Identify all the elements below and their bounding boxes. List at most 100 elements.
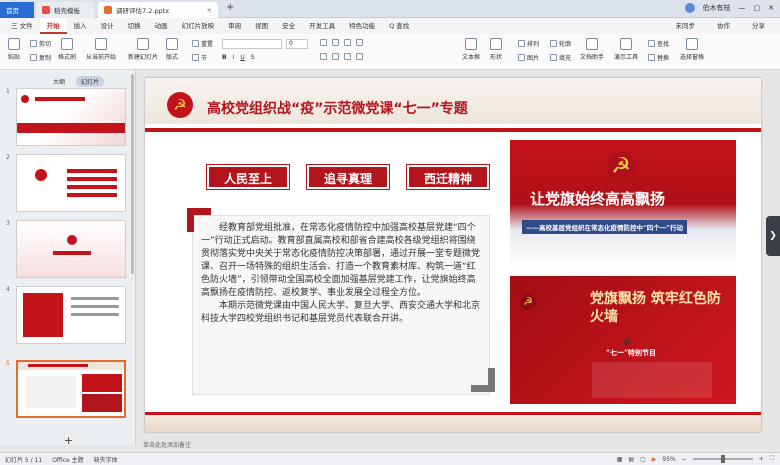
normal-view-icon[interactable]: ▦ [617, 456, 623, 463]
maximize-icon[interactable]: ▢ [754, 4, 761, 12]
slide-thumbnail-3[interactable] [16, 220, 126, 278]
slide-title[interactable]: 高校党组织战“疫”示范微党课“七一”专题 [207, 98, 468, 118]
textbox-button[interactable]: 文本框 [462, 38, 480, 61]
font-family-select[interactable] [222, 39, 282, 49]
share-button[interactable]: 分享 [745, 18, 772, 34]
find-button[interactable]: 查找 [648, 39, 669, 48]
thumbnail-scrollbar[interactable] [131, 74, 134, 274]
number-list-icon[interactable] [332, 39, 339, 46]
slide[interactable]: ☭ 高校党组织战“疫”示范微党课“七一”专题 人民至上 追寻真理 西迁精神 经教… [145, 78, 761, 432]
strike-button[interactable]: S [251, 54, 255, 61]
sorter-view-icon[interactable]: ▤ [628, 456, 634, 463]
tab-slides[interactable]: 幻灯片 [76, 76, 105, 87]
reading-view-icon[interactable]: ▢ [640, 456, 646, 463]
layout-button[interactable]: 版式 [166, 38, 178, 61]
menu-review[interactable]: 审阅 [221, 18, 248, 34]
menu-file[interactable]: 三 文件 [4, 18, 40, 34]
menu-features[interactable]: 特色功能 [342, 18, 382, 34]
menu-transition[interactable]: 切换 [121, 18, 148, 34]
select-pane-button[interactable]: 选择窗格 [680, 38, 704, 61]
bold-button[interactable]: B [222, 54, 227, 61]
tab-docer-label: 稻壳模板 [54, 7, 80, 15]
menu-design[interactable]: 设计 [94, 18, 121, 34]
from-start-button[interactable]: 从当前开始 [86, 38, 116, 61]
tab-document-label: 调研评估7.2.pptx [116, 7, 170, 15]
sync-status[interactable]: 未同步 [669, 18, 703, 34]
corner-decoration-top-left [187, 208, 211, 232]
keyword-box-1[interactable]: 人民至上 [206, 164, 290, 190]
reset-button[interactable]: 重置 [192, 39, 213, 48]
arrange-button[interactable]: 排列 [518, 39, 539, 48]
copy-button[interactable]: 复制 [30, 53, 51, 62]
docer-icon [42, 6, 50, 14]
keyword-box-2[interactable]: 追寻真理 [306, 164, 390, 190]
align-left-icon[interactable] [320, 53, 327, 60]
tab-document[interactable]: 调研评估7.2.pptx × [98, 2, 218, 18]
missing-font-button[interactable]: 缺失字体 [94, 455, 118, 464]
slide-thumbnail-4[interactable] [16, 286, 126, 344]
collab-button[interactable]: 协作 [710, 18, 737, 34]
fill-label: 填充 [559, 55, 572, 62]
menu-view[interactable]: 视图 [248, 18, 275, 34]
tab-outline[interactable]: 大纲 [48, 76, 70, 87]
close-tab-icon[interactable]: × [207, 6, 212, 14]
slide-thumbnail-1[interactable] [16, 88, 126, 146]
outdent-icon[interactable] [356, 39, 363, 46]
minimize-icon[interactable]: — [739, 4, 746, 12]
indent-icon[interactable] [344, 39, 351, 46]
present-tools-button[interactable]: 演示工具 [614, 38, 638, 61]
section-button[interactable]: 节 [192, 53, 207, 62]
zoom-slider[interactable] [692, 455, 753, 463]
notes-area[interactable]: 单击此处添加备注 [137, 440, 767, 450]
new-tab-button[interactable]: + [226, 2, 234, 13]
arrange-label: 排列 [527, 41, 540, 48]
doc-assistant-button[interactable]: 文档助手 [580, 38, 604, 61]
play-slideshow-icon[interactable]: ▶ [652, 456, 657, 463]
zoom-in-icon[interactable]: + [759, 456, 764, 463]
tab-docer[interactable]: 稻壳模板 [36, 2, 94, 18]
header-red-line [145, 128, 761, 132]
font-size-select[interactable]: 0 [286, 39, 308, 49]
close-icon[interactable]: ✕ [768, 4, 774, 12]
italic-button[interactable]: I [232, 54, 235, 61]
zoom-level[interactable]: 95% [662, 456, 675, 463]
avatar[interactable] [684, 3, 695, 13]
menu-animation[interactable]: 动画 [148, 18, 175, 34]
align-center-icon[interactable] [332, 53, 339, 60]
fill-button[interactable]: 填充 [550, 53, 571, 62]
picture-button[interactable]: 图片 [518, 53, 539, 62]
slide-thumbnail-5[interactable] [16, 360, 126, 418]
bullet-list-icon[interactable] [320, 39, 327, 46]
menu-slideshow[interactable]: 幻灯片放映 [175, 18, 222, 34]
keyword-box-3[interactable]: 西迁精神 [406, 164, 490, 190]
replace-button[interactable]: 替换 [648, 53, 669, 62]
tab-home[interactable]: 首页 [0, 2, 34, 18]
menu-security[interactable]: 安全 [275, 18, 302, 34]
banner-image-1[interactable]: ☭ 让党旗始终高高飘扬 ——高校基层党组织在常态化疫情防控中“四个一”行动 [510, 140, 736, 268]
menu-insert[interactable]: 插入 [67, 18, 94, 34]
underline-button[interactable]: U [240, 54, 244, 61]
section-icon [192, 54, 199, 61]
menu-home[interactable]: 开始 [39, 18, 67, 34]
add-slide-button[interactable]: + [64, 434, 73, 447]
shapes-button[interactable]: 形状 [490, 38, 502, 61]
cut-button[interactable]: 剪切 [30, 39, 51, 48]
fit-window-icon[interactable]: ⛶ [770, 455, 774, 463]
next-panel-chevron-icon[interactable]: ❯ [766, 216, 780, 256]
body-textbox[interactable]: 经教育部党组批准，在常态化疫情防控中加强高校基层党建“四个一”行动正式启动。教育… [192, 215, 490, 395]
menu-developer[interactable]: 开发工具 [302, 18, 342, 34]
new-slide-button[interactable]: 新建幻灯片 [128, 38, 158, 61]
user-name[interactable]: 伯木有枝 [703, 3, 731, 13]
format-label: 格式刷 [58, 54, 77, 61]
paste-button[interactable]: 粘贴 [8, 38, 20, 61]
slide-number: 3 [6, 220, 10, 227]
menu-search[interactable]: Q 查找 [382, 18, 416, 34]
align-right-icon[interactable] [344, 53, 351, 60]
outline-button[interactable]: 轮廓 [550, 39, 571, 48]
zoom-handle[interactable] [720, 455, 725, 463]
paste-label: 粘贴 [8, 54, 21, 61]
zoom-out-icon[interactable]: − [682, 456, 687, 463]
format-painter-button[interactable]: 格式刷 [58, 38, 76, 61]
slide-thumbnail-2[interactable] [16, 154, 126, 212]
justify-icon[interactable] [356, 53, 363, 60]
